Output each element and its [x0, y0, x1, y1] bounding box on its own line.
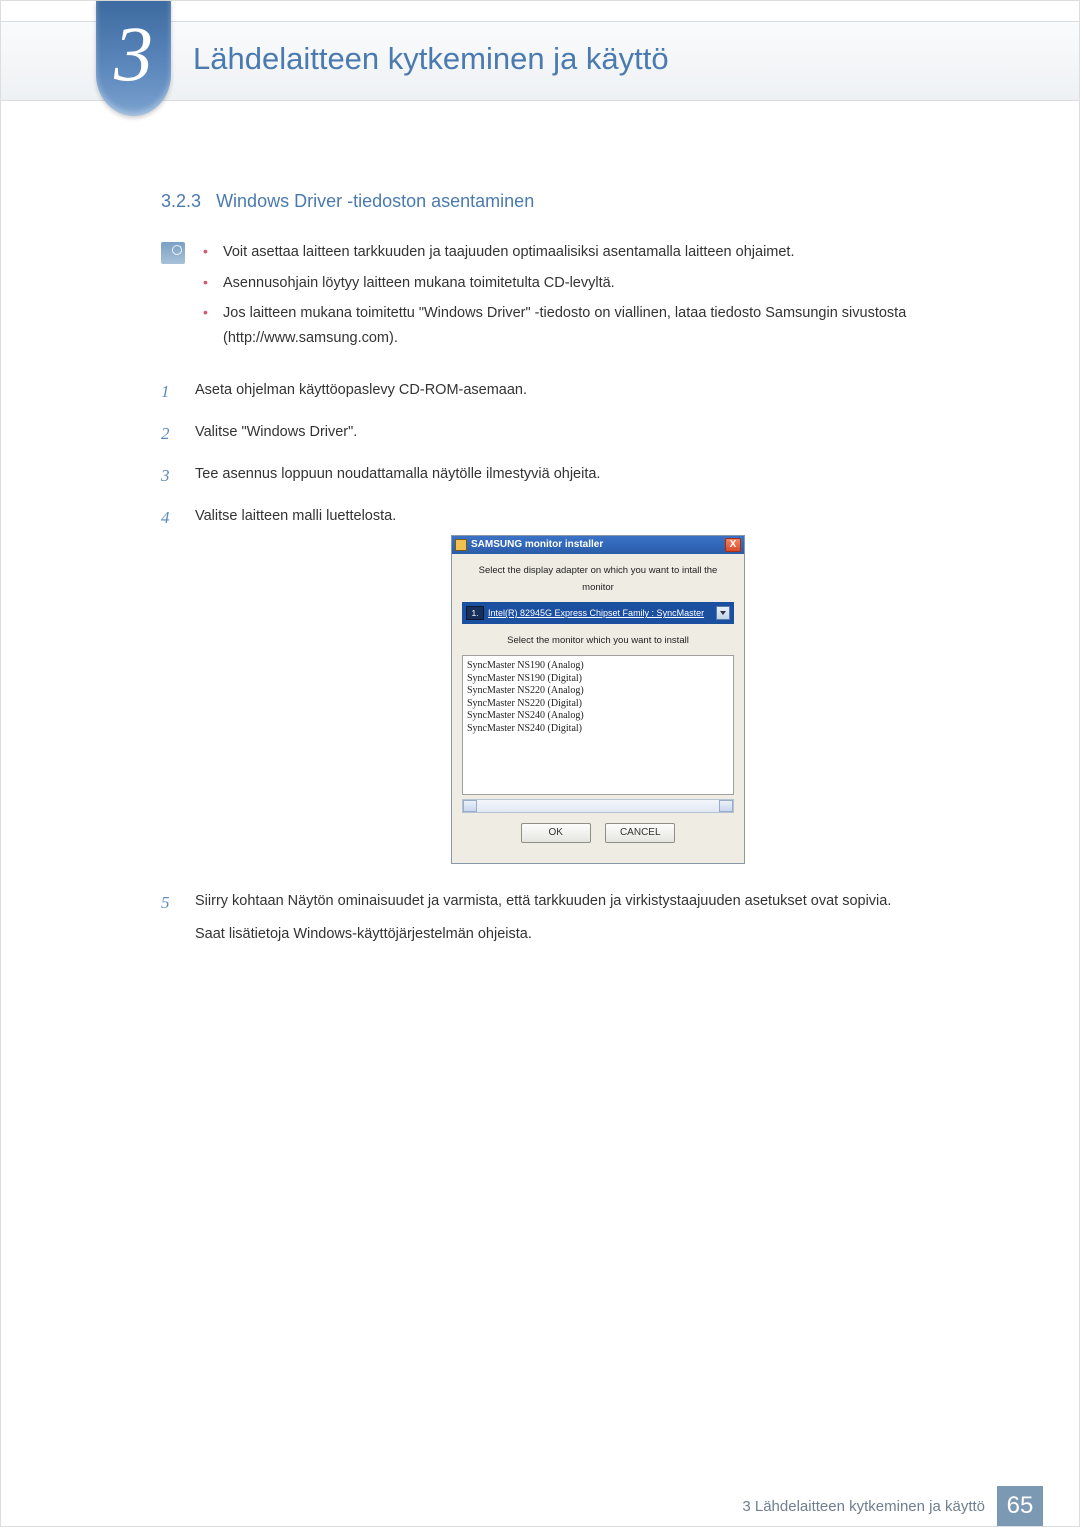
chapter-number: 3 — [114, 15, 153, 93]
chapter-badge: 3 — [96, 1, 171, 116]
list-item[interactable]: SyncMaster NS240 (Analog) — [467, 710, 729, 723]
note-block: Voit asettaa laitteen tarkkuuden ja taaj… — [161, 240, 1001, 357]
note-bullet: Asennusohjain löytyy laitteen mukana toi… — [203, 271, 1001, 296]
step-item: 3 Tee asennus loppuun noudattamalla näyt… — [161, 461, 1001, 493]
horizontal-scrollbar[interactable] — [462, 799, 734, 813]
installer-dialog: SAMSUNG monitor installer X Select the d… — [451, 535, 745, 864]
note-icon — [161, 242, 185, 264]
monitor-listbox[interactable]: SyncMaster NS190 (Analog) SyncMaster NS1… — [462, 655, 734, 795]
list-item[interactable]: SyncMaster NS220 (Digital) — [467, 698, 729, 711]
step-text: Tee asennus loppuun noudattamalla näytöl… — [195, 461, 1001, 487]
step-list: 1 Aseta ohjelman käyttöopas­levy CD-ROM-… — [161, 377, 1001, 953]
step-extra-text: Saat lisätietoja Windows-käyttöjärjestel… — [195, 921, 1001, 947]
adapter-text: Intel(R) 82945G Express Chipset Family :… — [488, 605, 714, 621]
page-footer: 3 Lähdelaitteen kytkeminen ja käyttö 65 — [1, 1486, 1079, 1526]
adapter-index: 1. — [466, 606, 484, 620]
cancel-button[interactable]: CANCEL — [605, 823, 675, 843]
note-bullet: Jos laitteen mukana toimitettu "Windows … — [203, 301, 1001, 350]
step-text: Siirry kohtaan Näytön ominaisuudet ja va… — [195, 888, 1001, 914]
note-bullet: Voit asettaa laitteen tarkkuuden ja taaj… — [203, 240, 1001, 265]
section-number: 3.2.3 — [161, 191, 201, 211]
main-content: 3.2.3 Windows Driver -tiedoston asentami… — [161, 191, 1001, 963]
chapter-title: Lähdelaitteen kytkeminen ja käyttö — [193, 41, 669, 77]
app-icon — [455, 539, 467, 551]
dialog-title: SAMSUNG monitor installer — [471, 536, 725, 554]
step-text: Valitse "Windows Driver". — [195, 419, 1001, 445]
step-item: 4 Valitse laitteen malli luettelosta. SA… — [161, 503, 1001, 879]
step-item: 5 Siirry kohtaan Näytön ominaisuudet ja … — [161, 888, 1001, 952]
page-number: 65 — [997, 1486, 1043, 1526]
dialog-body: Select the display adapter on which you … — [452, 554, 744, 863]
step-number: 3 — [161, 461, 177, 493]
document-page: 3 Lähdelaitteen kytkeminen ja käyttö 3.2… — [0, 0, 1080, 1527]
close-icon[interactable]: X — [725, 538, 741, 552]
step-text: Aseta ohjelman käyttöopas­levy CD-ROM-as… — [195, 377, 1001, 403]
section-title: Windows Driver -tiedoston asentaminen — [216, 191, 534, 211]
list-item[interactable]: SyncMaster NS220 (Analog) — [467, 685, 729, 698]
scroll-right-icon[interactable] — [719, 800, 733, 812]
step-item: 1 Aseta ohjelman käyttöopas­levy CD-ROM-… — [161, 377, 1001, 409]
list-item[interactable]: SyncMaster NS190 (Digital) — [467, 673, 729, 686]
ok-button[interactable]: OK — [521, 823, 591, 843]
list-item[interactable]: SyncMaster NS190 (Analog) — [467, 660, 729, 673]
monitor-label: Select the monitor which you want to ins… — [462, 632, 734, 649]
chevron-down-icon[interactable] — [716, 606, 730, 620]
scroll-left-icon[interactable] — [463, 800, 477, 812]
dialog-titlebar: SAMSUNG monitor installer X — [452, 536, 744, 554]
dialog-button-row: OK CANCEL — [462, 813, 734, 855]
step-number: 4 — [161, 503, 177, 879]
step-text: Valitse laitteen malli luettelosta. — [195, 503, 1001, 529]
list-item[interactable]: SyncMaster NS240 (Digital) — [467, 723, 729, 736]
note-bullet-list: Voit asettaa laitteen tarkkuuden ja taaj… — [203, 240, 1001, 357]
step-number: 2 — [161, 419, 177, 451]
adapter-select[interactable]: 1. Intel(R) 82945G Express Chipset Famil… — [462, 602, 734, 624]
step-number: 5 — [161, 888, 177, 952]
adapter-label: Select the display adapter on which you … — [462, 562, 734, 596]
step-number: 1 — [161, 377, 177, 409]
step-item: 2 Valitse "Windows Driver". — [161, 419, 1001, 451]
section-heading: 3.2.3 Windows Driver -tiedoston asentami… — [161, 191, 1001, 212]
footer-text: 3 Lähdelaitteen kytkeminen ja käyttö — [742, 1498, 985, 1515]
